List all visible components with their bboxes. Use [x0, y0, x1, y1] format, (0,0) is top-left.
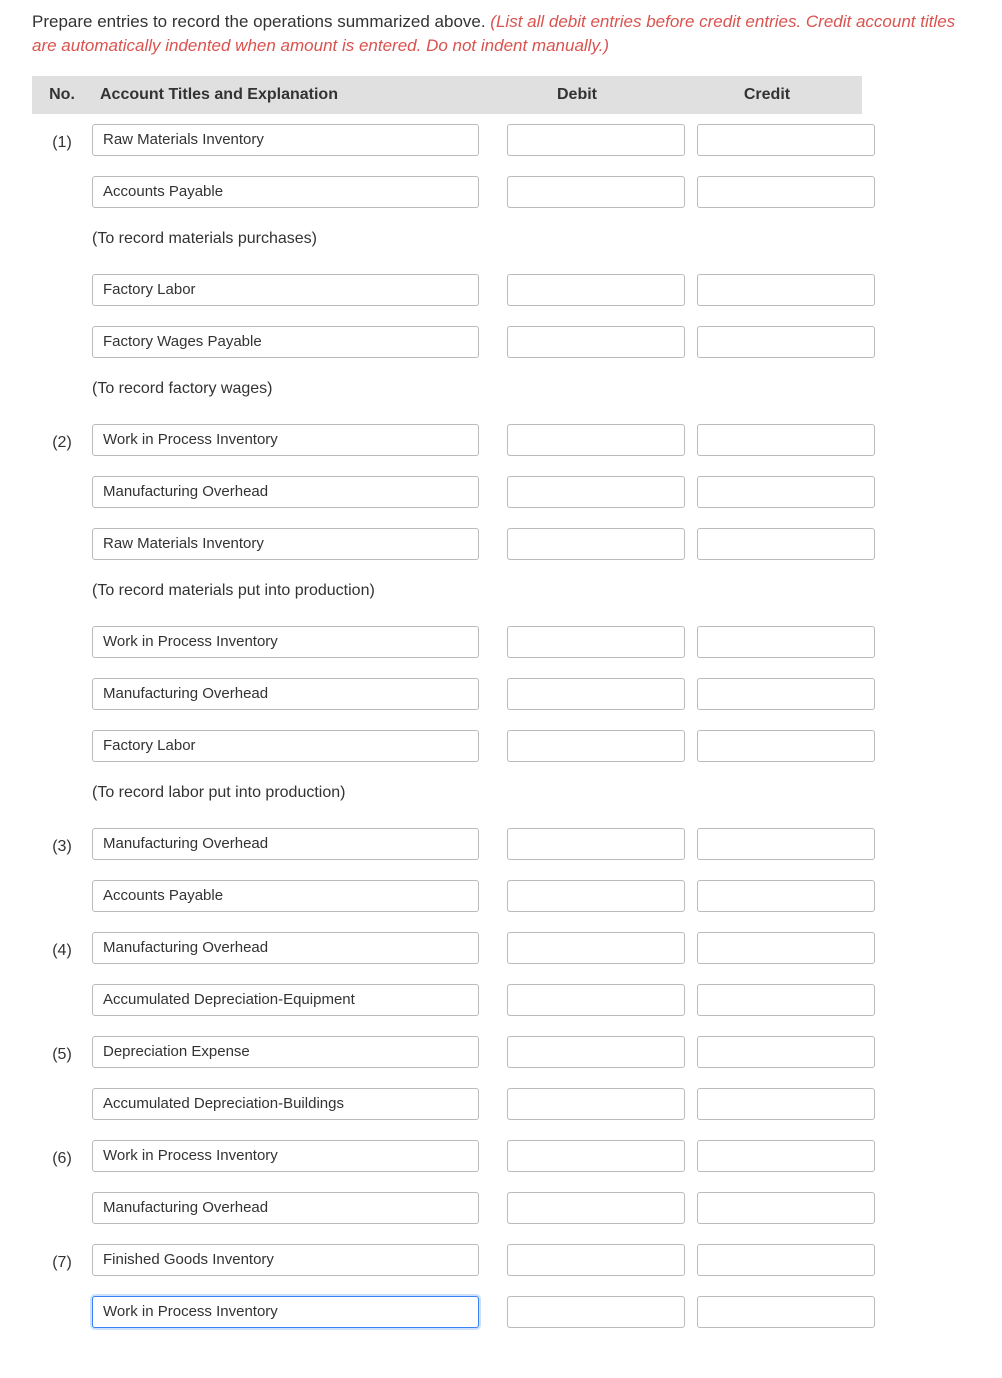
- account-title-input[interactable]: [92, 1192, 479, 1224]
- entry-number: (1): [32, 114, 92, 152]
- credit-input[interactable]: [697, 1244, 875, 1276]
- debit-input[interactable]: [507, 476, 685, 508]
- credit-input[interactable]: [697, 476, 875, 508]
- entry-number: (7): [32, 1234, 92, 1272]
- entry-number: [32, 166, 92, 186]
- credit-input[interactable]: [697, 424, 875, 456]
- debit-input[interactable]: [507, 1296, 685, 1328]
- credit-input[interactable]: [697, 880, 875, 912]
- debit-input[interactable]: [507, 1140, 685, 1172]
- entry-number: (4): [32, 922, 92, 960]
- entry-number: [32, 1182, 92, 1202]
- credit-input[interactable]: [697, 1192, 875, 1224]
- credit-input[interactable]: [697, 1296, 875, 1328]
- account-title-input[interactable]: [92, 1088, 479, 1120]
- account-title-input[interactable]: [92, 176, 479, 208]
- credit-input[interactable]: [697, 274, 875, 306]
- credit-input[interactable]: [697, 984, 875, 1016]
- debit-input[interactable]: [507, 880, 685, 912]
- account-title-input[interactable]: [92, 1296, 479, 1328]
- debit-input[interactable]: [507, 1036, 685, 1068]
- explanation-text: (To record materials put into production…: [92, 570, 862, 616]
- account-title-input[interactable]: [92, 1140, 479, 1172]
- entry-number: (5): [32, 1026, 92, 1064]
- debit-input[interactable]: [507, 730, 685, 762]
- entry-number: [32, 668, 92, 688]
- entry-number: [32, 1286, 92, 1306]
- explanation-text: (To record factory wages): [92, 368, 862, 414]
- account-title-input[interactable]: [92, 730, 479, 762]
- entry-number: [32, 870, 92, 890]
- credit-input[interactable]: [697, 1088, 875, 1120]
- credit-input[interactable]: [697, 124, 875, 156]
- debit-input[interactable]: [507, 984, 685, 1016]
- account-title-input[interactable]: [92, 424, 479, 456]
- debit-input[interactable]: [507, 124, 685, 156]
- account-title-input[interactable]: [92, 528, 479, 560]
- credit-input[interactable]: [697, 1036, 875, 1068]
- account-title-input[interactable]: [92, 880, 479, 912]
- account-title-input[interactable]: [92, 626, 479, 658]
- entry-number: [32, 518, 92, 538]
- instructions-text: Prepare entries to record the operations…: [32, 12, 490, 31]
- debit-input[interactable]: [507, 1192, 685, 1224]
- header-credit: Credit: [672, 76, 862, 114]
- debit-input[interactable]: [507, 932, 685, 964]
- debit-input[interactable]: [507, 528, 685, 560]
- credit-input[interactable]: [697, 626, 875, 658]
- credit-input[interactable]: [697, 176, 875, 208]
- credit-input[interactable]: [697, 828, 875, 860]
- entry-number: [32, 316, 92, 336]
- debit-input[interactable]: [507, 176, 685, 208]
- entry-number: (6): [32, 1130, 92, 1168]
- account-title-input[interactable]: [92, 124, 479, 156]
- entry-number: [32, 466, 92, 486]
- credit-input[interactable]: [697, 528, 875, 560]
- header-debit: Debit: [482, 76, 672, 114]
- credit-input[interactable]: [697, 678, 875, 710]
- credit-input[interactable]: [697, 932, 875, 964]
- debit-input[interactable]: [507, 1244, 685, 1276]
- debit-input[interactable]: [507, 626, 685, 658]
- account-title-input[interactable]: [92, 1036, 479, 1068]
- credit-input[interactable]: [697, 730, 875, 762]
- debit-input[interactable]: [507, 274, 685, 306]
- explanation-text: (To record labor put into production): [92, 772, 862, 818]
- account-title-input[interactable]: [92, 932, 479, 964]
- account-title-input[interactable]: [92, 984, 479, 1016]
- account-title-input[interactable]: [92, 274, 479, 306]
- explanation-text: (To record materials purchases): [92, 218, 862, 264]
- account-title-input[interactable]: [92, 678, 479, 710]
- credit-input[interactable]: [697, 1140, 875, 1172]
- debit-input[interactable]: [507, 828, 685, 860]
- header-title: Account Titles and Explanation: [92, 76, 482, 114]
- debit-input[interactable]: [507, 424, 685, 456]
- entry-number: [32, 264, 92, 284]
- entry-number: [32, 974, 92, 994]
- entry-number: [32, 1078, 92, 1098]
- account-title-input[interactable]: [92, 326, 479, 358]
- account-title-input[interactable]: [92, 476, 479, 508]
- debit-input[interactable]: [507, 326, 685, 358]
- debit-input[interactable]: [507, 678, 685, 710]
- entry-number: (3): [32, 818, 92, 856]
- entry-number: [32, 616, 92, 636]
- entry-number: [32, 720, 92, 740]
- instructions: Prepare entries to record the operations…: [32, 10, 972, 58]
- entry-number: (2): [32, 414, 92, 452]
- credit-input[interactable]: [697, 326, 875, 358]
- debit-input[interactable]: [507, 1088, 685, 1120]
- account-title-input[interactable]: [92, 828, 479, 860]
- header-no: No.: [32, 76, 92, 114]
- account-title-input[interactable]: [92, 1244, 479, 1276]
